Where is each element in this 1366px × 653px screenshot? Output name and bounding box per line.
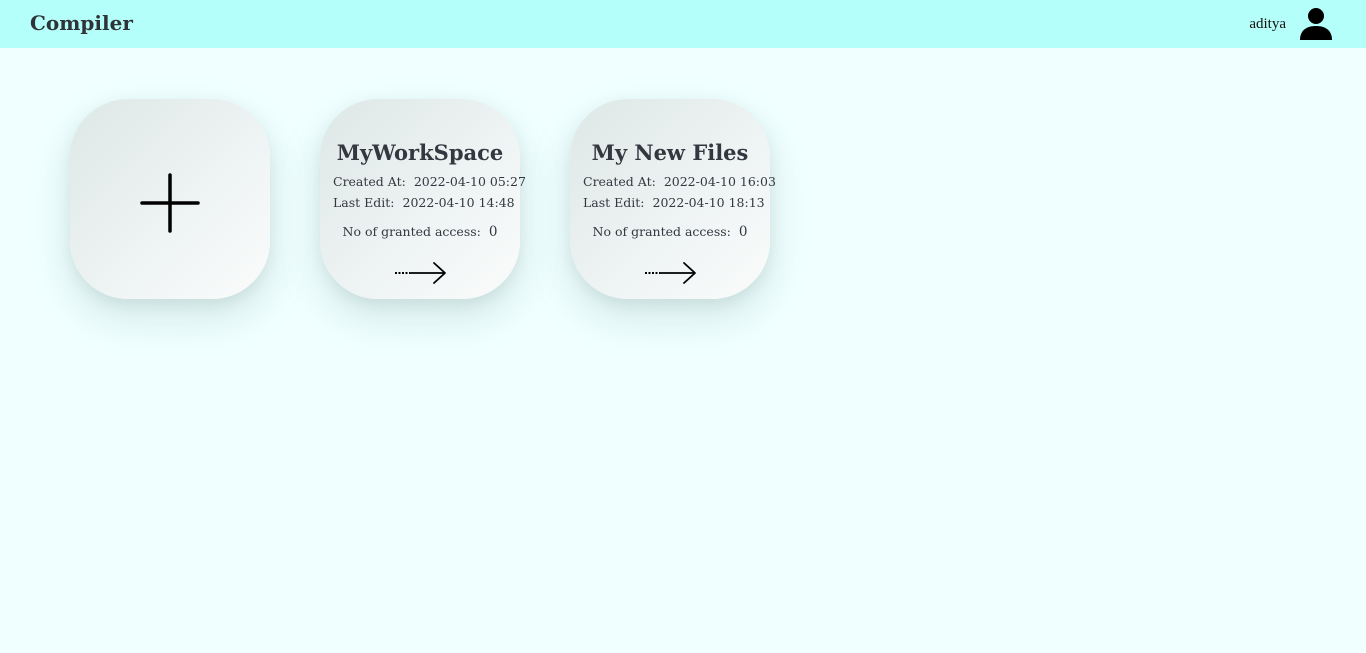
last-edit-value: 2022-04-10 14:48 (402, 195, 515, 210)
top-navbar: Compiler aditya (0, 0, 1366, 48)
workspace-title: My New Files (591, 140, 749, 165)
created-at-value: 2022-04-10 05:27 (413, 174, 526, 189)
plus-icon (140, 173, 200, 233)
last-edit-value: 2022-04-10 18:13 (652, 195, 765, 210)
add-workspace-button[interactable] (70, 99, 270, 299)
granted-access-label: No of granted access: (592, 224, 731, 239)
dotted-arrow-right-icon[interactable] (644, 261, 698, 285)
last-edit-row: Last Edit: 2022-04-10 18:13 (583, 195, 765, 211)
created-at-label: Created At: (333, 174, 406, 189)
user-icon[interactable] (1298, 7, 1334, 41)
dotted-arrow-right-icon[interactable] (394, 261, 448, 285)
created-at-row: Created At: 2022-04-10 05:27 (333, 174, 526, 190)
granted-access-row: No of granted access: 0 (320, 224, 520, 240)
brand-title[interactable]: Compiler (30, 10, 133, 36)
granted-access-value: 0 (738, 224, 748, 240)
last-edit-label: Last Edit: (333, 195, 395, 210)
last-edit-row: Last Edit: 2022-04-10 14:48 (333, 195, 515, 211)
granted-access-label: No of granted access: (342, 224, 481, 239)
granted-access-value: 0 (488, 224, 498, 240)
last-edit-label: Last Edit: (583, 195, 645, 210)
created-at-row: Created At: 2022-04-10 16:03 (583, 174, 776, 190)
workspace-card[interactable]: MyWorkSpace Created At: 2022-04-10 05:27 … (320, 99, 526, 299)
created-at-value: 2022-04-10 16:03 (663, 174, 776, 189)
workspace-title: MyWorkSpace (336, 140, 504, 165)
created-at-label: Created At: (583, 174, 656, 189)
user-name[interactable]: aditya (1249, 15, 1286, 33)
workspace-card[interactable]: My New Files Created At: 2022-04-10 16:03… (570, 99, 776, 299)
granted-access-row: No of granted access: 0 (570, 224, 770, 240)
